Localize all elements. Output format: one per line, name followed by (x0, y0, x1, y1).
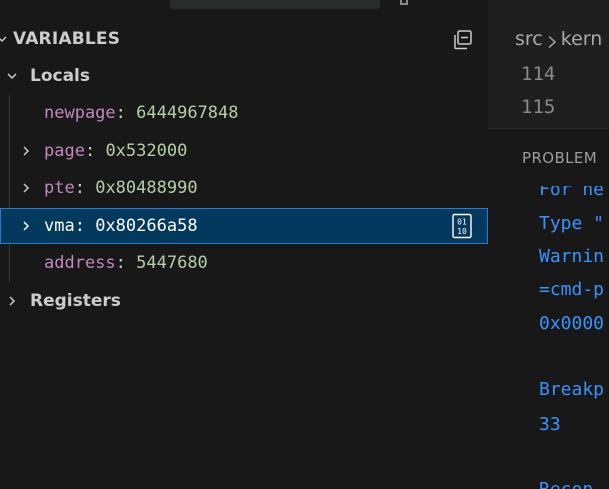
output-line: 0x0000 (539, 313, 605, 334)
variable-name: newpage (44, 103, 116, 123)
variables-view: VARIABLES Locals newpage : 6444967848 pa (0, 0, 488, 489)
variables-section-header[interactable]: VARIABLES (0, 21, 488, 57)
line-number: 114 (521, 63, 556, 85)
variable-separator: : (74, 216, 96, 236)
output-line: =cmd-p (539, 279, 605, 300)
chevron-right-icon[interactable] (20, 182, 32, 194)
toolbar-icon[interactable] (400, 0, 408, 5)
chevron-down-icon (0, 33, 8, 45)
scope-locals[interactable]: Locals (0, 58, 488, 94)
editor[interactable]: src kern 114 115 (488, 0, 609, 128)
chevron-right-icon (547, 32, 557, 49)
svg-text:01: 01 (457, 218, 467, 227)
view-binary-data-icon[interactable]: 01 10 (451, 213, 473, 239)
section-title: VARIABLES (13, 29, 121, 49)
variable-name: page (44, 141, 85, 161)
scope-label: Registers (30, 291, 121, 311)
variable-separator: : (115, 253, 137, 273)
variable-value: 6444967848 (136, 103, 239, 123)
chevron-right-icon[interactable] (20, 145, 32, 157)
scope-label: Locals (30, 66, 91, 86)
output-line: Warnin (539, 246, 605, 267)
breadcrumb: src kern (515, 28, 602, 50)
line-number: 115 (521, 96, 556, 118)
editor-group: src kern 114 115 PROBLEM For ne Type " W… (488, 0, 609, 489)
variable-separator: : (115, 103, 137, 123)
chevron-down-icon (6, 70, 18, 82)
chevron-right-icon (6, 295, 18, 307)
variable-value: 0x532000 (105, 141, 188, 161)
bottom-panel: PROBLEM For ne Type " Warnin =cmd-p 0x00… (488, 128, 609, 489)
chevron-right-icon[interactable] (20, 220, 32, 232)
tab-problems[interactable]: PROBLEM (522, 149, 597, 167)
variable-value: 0x80488990 (95, 178, 198, 198)
output-line: Breakp (539, 379, 605, 400)
variable-name: pte (44, 178, 75, 198)
variable-value: 5447680 (136, 253, 208, 273)
variable-separator: : (84, 141, 106, 161)
variable-name: address (44, 253, 116, 273)
svg-text:10: 10 (457, 227, 467, 236)
variable-separator: : (74, 178, 96, 198)
variable-row[interactable]: address : 5447680 (0, 245, 488, 281)
variable-row[interactable]: newpage : 6444967848 (0, 95, 488, 131)
scope-registers[interactable]: Registers (0, 283, 488, 319)
variable-row[interactable]: pte : 0x80488990 (0, 170, 488, 206)
breadcrumb-item[interactable]: src (515, 28, 543, 50)
variable-row[interactable]: page : 0x532000 (0, 133, 488, 169)
variable-row-selected[interactable]: vma : 0x80266a58 01 10 (0, 208, 488, 244)
output-line: Recon (539, 479, 593, 489)
output-line: Type " (539, 213, 605, 234)
breadcrumb-item[interactable]: kern (561, 28, 603, 50)
output-line: For ne (539, 179, 605, 200)
output-line: 33 (539, 414, 561, 435)
variable-name: vma (44, 216, 75, 236)
toolbar-strip (170, 0, 380, 9)
variable-value: 0x80266a58 (95, 216, 198, 236)
collapse-all-icon[interactable] (452, 29, 474, 51)
